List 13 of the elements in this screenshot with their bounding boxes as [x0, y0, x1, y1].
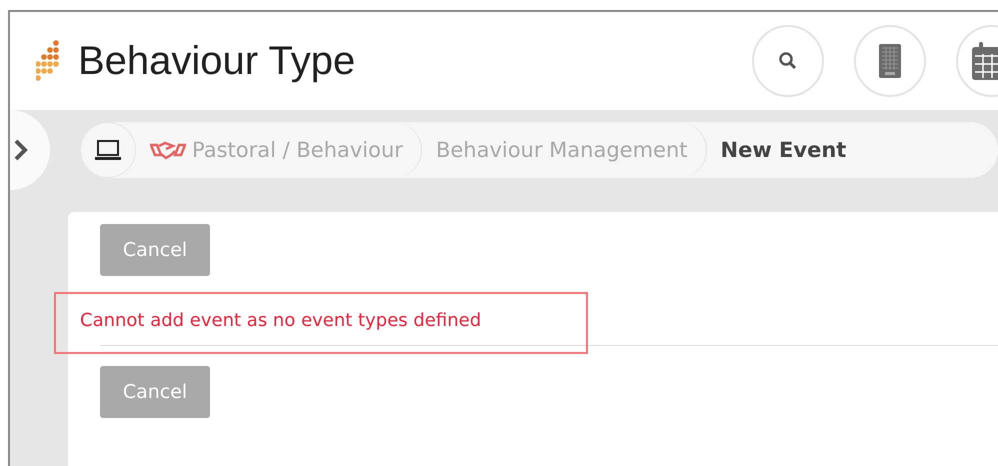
- page-title: Behaviour Type: [78, 38, 356, 84]
- breadcrumb-link[interactable]: Pastoral / Behaviour: [136, 122, 422, 178]
- phone-icon: [879, 44, 901, 78]
- handshake-icon: [150, 140, 186, 160]
- cancel-button[interactable]: Cancel: [100, 224, 210, 276]
- chevron-right-icon: [14, 139, 28, 161]
- breadcrumb-link[interactable]: New Event: [706, 122, 864, 178]
- breadcrumb-link[interactable]: Behaviour Management: [422, 122, 707, 178]
- search-icon: [778, 51, 798, 71]
- logo-icon: [36, 39, 60, 83]
- laptop-icon: [95, 140, 121, 160]
- error-message: Cannot add event as no event types defined: [80, 310, 482, 331]
- cancel-button[interactable]: Cancel: [100, 366, 210, 418]
